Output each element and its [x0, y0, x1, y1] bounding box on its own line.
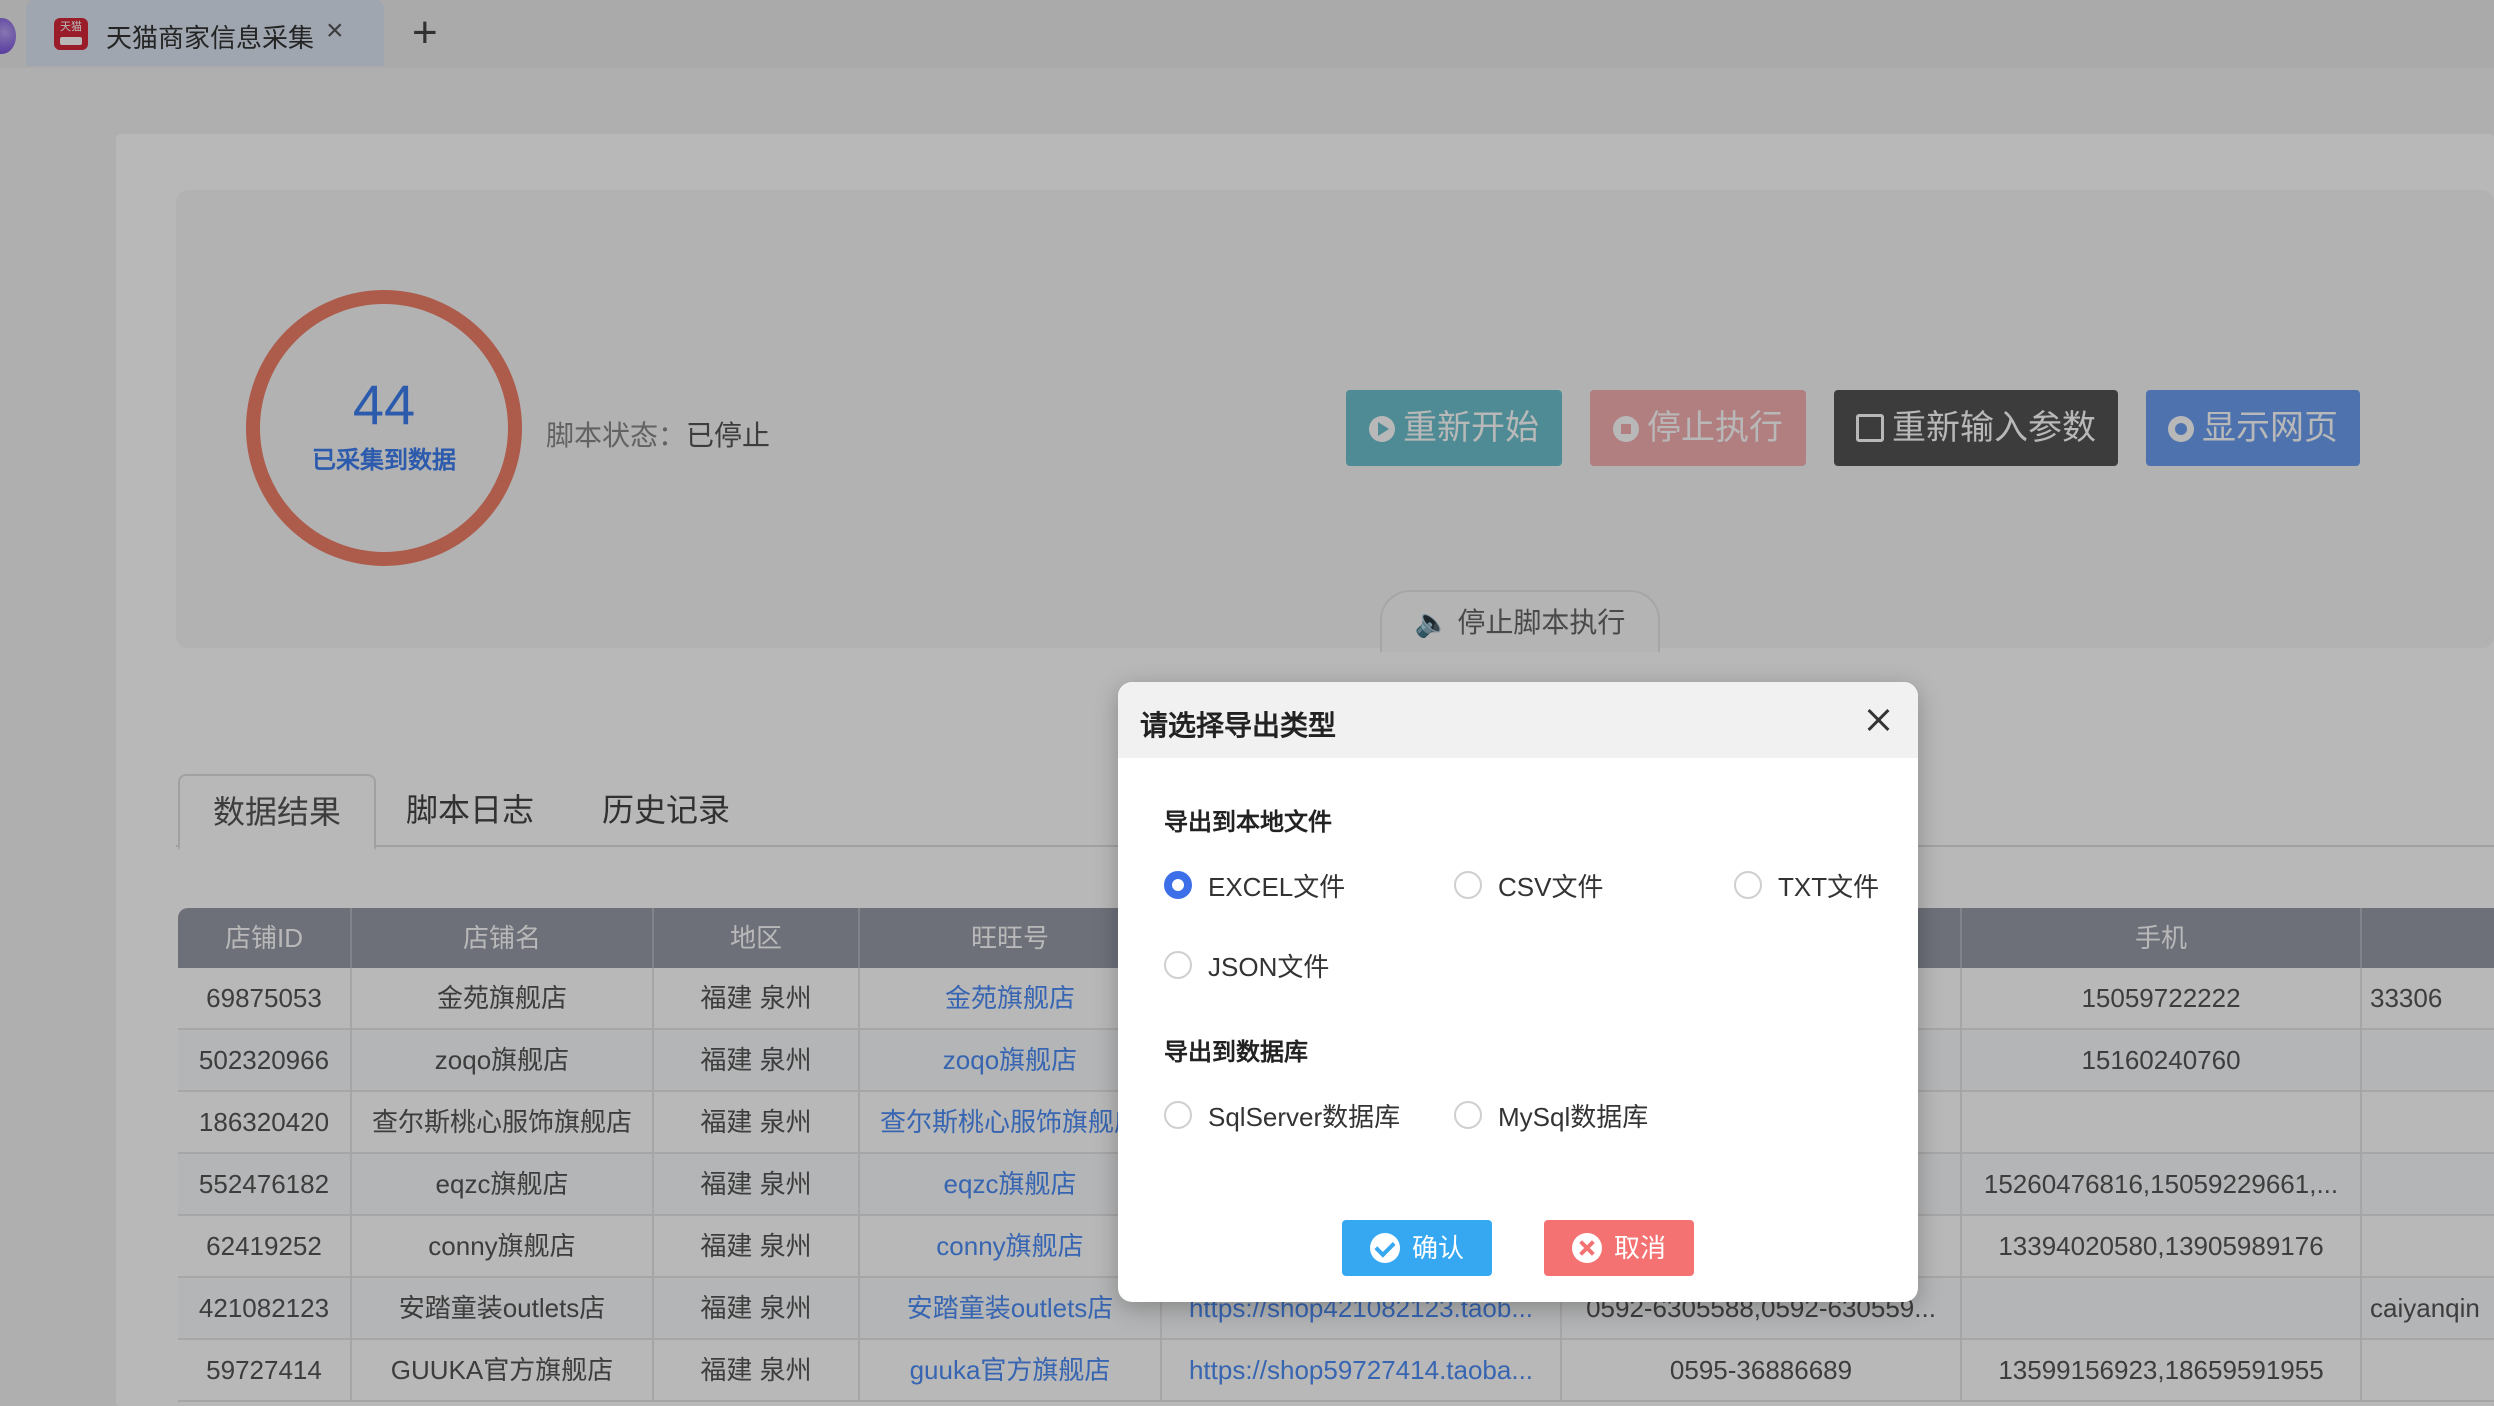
radio-dot: [1454, 1101, 1482, 1129]
cancel-button[interactable]: 取消: [1544, 1220, 1694, 1276]
radio-json-label: JSON文件: [1208, 952, 1330, 982]
local-file-section-title: 导出到本地文件: [1164, 809, 1332, 836]
dialog-header: 请选择导出类型: [1118, 682, 1918, 758]
radio-mysql[interactable]: MySql数据库: [1454, 1100, 1648, 1134]
radio-txt-label: TXT文件: [1778, 872, 1880, 902]
radio-csv-label: CSV文件: [1498, 872, 1604, 902]
database-section-title: 导出到数据库: [1164, 1039, 1308, 1066]
radio-txt[interactable]: TXT文件: [1734, 870, 1879, 904]
radio-sqlserver[interactable]: SqlServer数据库: [1164, 1100, 1400, 1134]
radio-dot: [1164, 871, 1192, 899]
close-icon[interactable]: [1862, 704, 1894, 736]
radio-dot: [1454, 871, 1482, 899]
radio-dot: [1734, 871, 1762, 899]
export-dialog: 请选择导出类型 导出到本地文件 EXCEL文件 CSV文件 TXT文件 JSON…: [1118, 682, 1918, 1302]
check-circle-icon: [1370, 1233, 1400, 1263]
confirm-button[interactable]: 确认: [1342, 1220, 1492, 1276]
radio-dot: [1164, 951, 1192, 979]
radio-excel[interactable]: EXCEL文件: [1164, 870, 1345, 904]
cancel-label: 取消: [1614, 1233, 1667, 1263]
radio-csv[interactable]: CSV文件: [1454, 870, 1603, 904]
dialog-title: 请选择导出类型: [1140, 710, 1337, 741]
confirm-label: 确认: [1412, 1233, 1465, 1263]
radio-excel-label: EXCEL文件: [1208, 872, 1346, 902]
radio-mysql-label: MySql数据库: [1498, 1102, 1649, 1132]
close-circle-icon: [1572, 1233, 1602, 1263]
radio-sqlserver-label: SqlServer数据库: [1208, 1102, 1401, 1132]
radio-dot: [1164, 1101, 1192, 1129]
app-window: 天猫 天猫商家信息采集 × + 44 已采集到数据 脚本状态：已停止 重新开始 …: [0, 0, 2494, 1406]
radio-json[interactable]: JSON文件: [1164, 950, 1329, 984]
